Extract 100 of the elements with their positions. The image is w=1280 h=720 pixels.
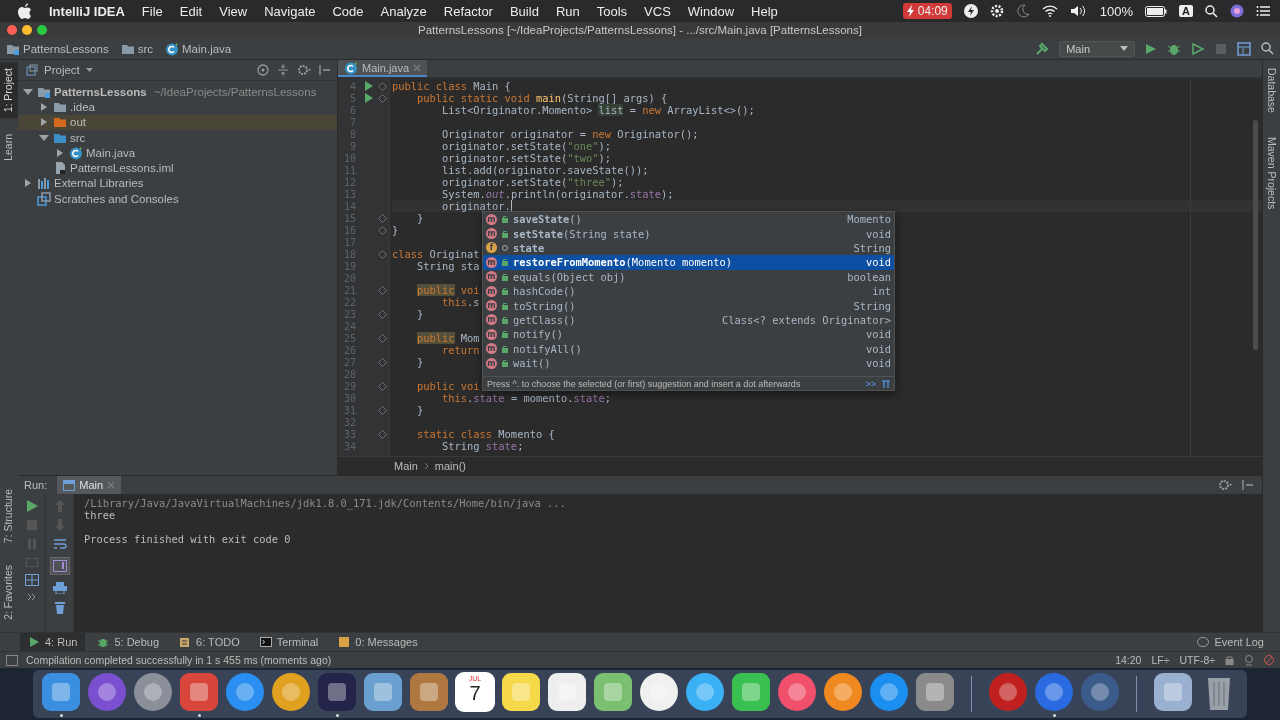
volume-icon[interactable]	[1069, 5, 1088, 17]
collapse-icon[interactable]	[277, 64, 289, 76]
tool-window-tab[interactable]: 5: Debug	[89, 633, 168, 651]
run-icon[interactable]	[1145, 42, 1157, 55]
fold-marker-icon[interactable]	[378, 333, 387, 343]
fold-marker-icon[interactable]	[378, 309, 387, 319]
completion-item[interactable]: m notify() void	[483, 327, 894, 342]
completion-item[interactable]: m toString() String	[483, 298, 894, 313]
menu-item[interactable]: Code	[332, 3, 364, 19]
caret-position[interactable]: 14:20	[1115, 654, 1142, 666]
lock-icon[interactable]	[1225, 655, 1234, 665]
tool-window-tab[interactable]: 2: Favorites	[0, 559, 18, 626]
soft-wrap-icon[interactable]	[52, 538, 67, 551]
tool-window-tab[interactable]: Maven Projects	[1263, 130, 1280, 216]
crescent-icon[interactable]	[1015, 4, 1030, 18]
caret-icon[interactable]	[85, 67, 93, 73]
completion-item[interactable]: m equals(Object obj) boolean	[483, 269, 894, 284]
menu-item[interactable]: Run	[555, 3, 580, 19]
editor-tab[interactable]: Main.java	[338, 60, 428, 77]
completion-item[interactable]: m wait() void	[483, 355, 894, 371]
layout-icon[interactable]	[24, 574, 39, 587]
app-icon[interactable]	[639, 671, 679, 712]
breadcrumb-item[interactable]: Main	[394, 460, 418, 473]
app-icon[interactable]	[179, 671, 219, 712]
breadcrumb-item[interactable]: main()	[434, 460, 466, 473]
app-icon[interactable]	[133, 671, 173, 712]
input-source[interactable]: A	[1179, 5, 1193, 17]
fold-marker-icon[interactable]	[378, 249, 387, 259]
build-icon[interactable]	[1035, 41, 1050, 56]
tool-window-tab[interactable]: 7: Structure	[0, 482, 18, 550]
coverage-icon[interactable]	[1191, 41, 1205, 56]
app-icon[interactable]	[225, 671, 265, 712]
app-icon[interactable]	[915, 671, 955, 712]
tool-window-tab[interactable]: 4: Run	[20, 633, 86, 651]
line-separator[interactable]: LF÷	[1151, 654, 1170, 666]
run-gutter-icon[interactable]	[364, 93, 373, 103]
completion-item[interactable]: m restoreFromMomento(Momento momento) void	[483, 255, 894, 270]
fold-marker-icon[interactable]	[378, 93, 387, 103]
memory-indicator-icon[interactable]	[1264, 655, 1274, 665]
zoom-icon[interactable]	[37, 25, 47, 35]
menu-item[interactable]: VCS	[644, 3, 671, 19]
structure-icon[interactable]	[1237, 41, 1251, 56]
pi-icon[interactable]	[882, 379, 890, 388]
app-icon[interactable]	[593, 671, 633, 712]
hide-icon[interactable]	[1242, 479, 1254, 492]
fold-marker-icon[interactable]	[378, 381, 387, 391]
fold-marker-icon[interactable]	[378, 213, 387, 223]
app-menu[interactable]: IntelliJ IDEA	[49, 3, 125, 19]
tool-window-tab[interactable]: 6: TODO	[171, 633, 248, 651]
menu-item[interactable]: Navigate	[264, 3, 316, 19]
completion-item[interactable]: m notifyAll() void	[483, 341, 894, 356]
menu-item[interactable]: File	[141, 3, 163, 19]
menu-item[interactable]: Edit	[179, 3, 203, 19]
menu-item[interactable]: Analyze	[380, 3, 427, 19]
app-icon[interactable]	[547, 671, 587, 712]
run-tab[interactable]: Main	[57, 476, 122, 495]
menu-item[interactable]: Refactor	[443, 3, 493, 19]
fold-marker-icon[interactable]	[378, 357, 387, 367]
app-icon[interactable]	[41, 671, 81, 712]
hint-link[interactable]: >>	[865, 378, 876, 389]
rerun-icon[interactable]	[25, 500, 38, 513]
list-icon[interactable]	[1256, 5, 1270, 17]
trash-icon[interactable]	[53, 601, 66, 615]
tool-window-tab[interactable]: Database	[1263, 62, 1280, 119]
menu-item[interactable]: View	[219, 3, 248, 19]
print-icon[interactable]	[52, 582, 67, 595]
battery-alert[interactable]: 04:09	[902, 3, 952, 19]
menu-item[interactable]: Tools	[596, 3, 628, 19]
app-icon[interactable]	[777, 671, 817, 712]
tree-item[interactable]: src	[18, 129, 337, 146]
navigation-crumb[interactable]: Main.java	[165, 41, 232, 56]
tool-window-tab[interactable]: 1: Project	[0, 62, 18, 119]
app-icon[interactable]	[1153, 671, 1193, 712]
app-icon[interactable]	[409, 671, 449, 712]
tool-window-tab[interactable]: Learn	[0, 128, 18, 168]
completion-item[interactable]: m saveState() Momento	[483, 212, 894, 227]
app-icon[interactable]	[731, 671, 771, 712]
completion-item[interactable]: m hashCode() int	[483, 283, 894, 299]
minimize-icon[interactable]	[22, 25, 32, 35]
scrollbar[interactable]	[1253, 120, 1258, 350]
tool-window-tab[interactable]: 0: Messages	[330, 633, 426, 651]
file-encoding[interactable]: UTF-8÷	[1179, 654, 1215, 666]
completion-item[interactable]: m getClass() Class<? extends Originator>	[483, 312, 894, 328]
inspector-icon[interactable]	[1244, 654, 1254, 666]
menu-item[interactable]: Build	[509, 3, 539, 19]
lightning-icon[interactable]	[963, 4, 978, 18]
apple-icon[interactable]	[18, 3, 32, 19]
tree-item[interactable]: Main.java	[18, 145, 337, 161]
app-icon[interactable]	[363, 671, 403, 712]
scroll-to-end-toggle[interactable]	[49, 557, 70, 576]
tree-item[interactable]: Scratches and Consoles	[18, 191, 337, 207]
orb-icon[interactable]	[1230, 4, 1244, 18]
run-configuration-dropdown[interactable]: Main	[1059, 40, 1135, 57]
navigation-crumb[interactable]: src	[120, 41, 153, 56]
app-icon[interactable]	[823, 671, 863, 712]
toggle-panels-icon[interactable]	[6, 654, 18, 666]
gear-icon[interactable]	[989, 4, 1004, 18]
run-gutter-icon[interactable]	[364, 81, 373, 91]
tree-item[interactable]: PatternsLessons.iml	[18, 160, 337, 176]
locate-icon[interactable]	[257, 64, 269, 76]
